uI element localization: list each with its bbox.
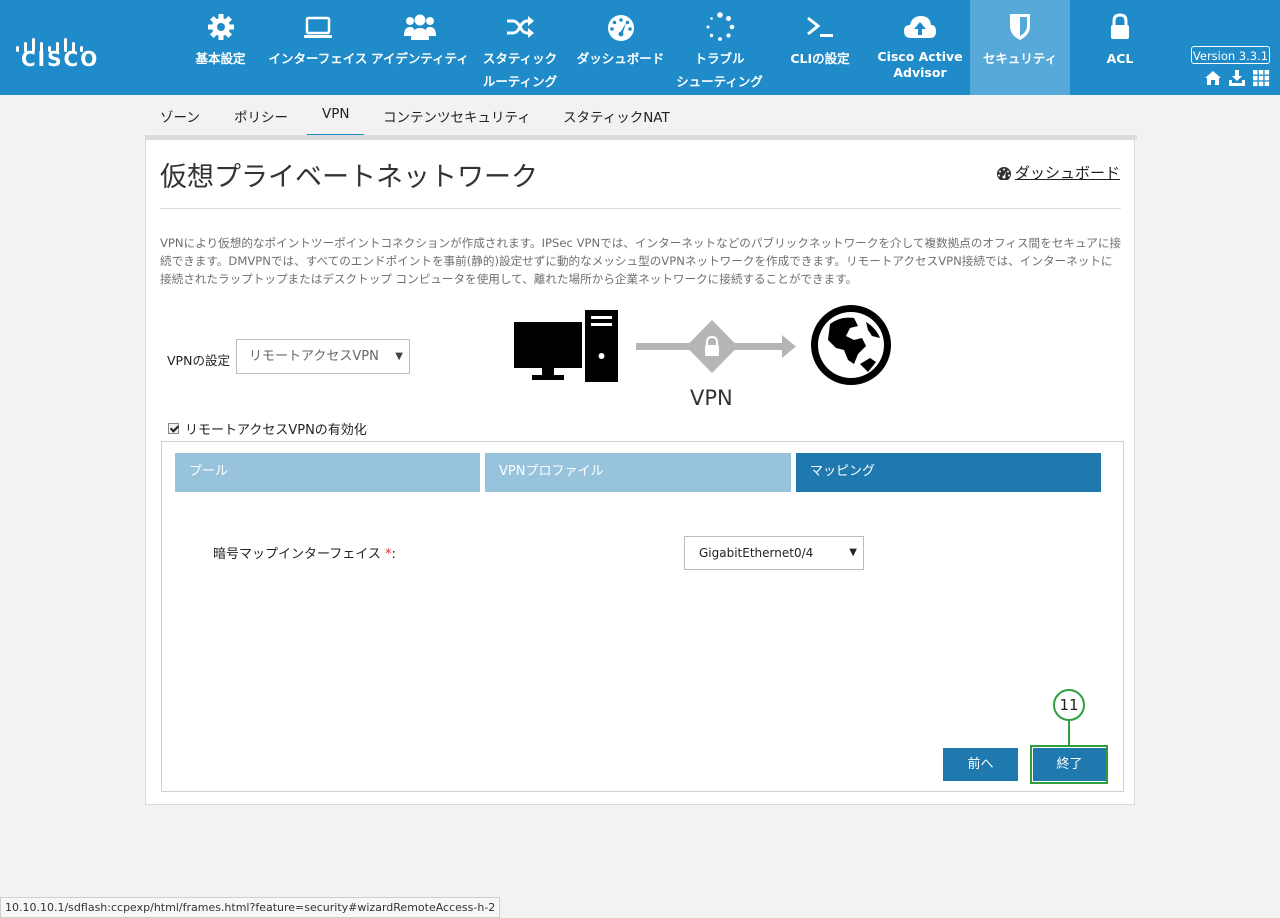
shuffle-icon [507, 16, 534, 38]
users-icon [404, 14, 436, 40]
spinner-icon [706, 12, 734, 41]
nav-label: ACL [1106, 51, 1134, 66]
monitor-icon [304, 16, 332, 38]
nav-label: スタティック ルーティング [482, 51, 558, 89]
nav-label: CLIの設定 [790, 51, 850, 66]
crypto-map-interface-label: 暗号マップインターフェイス *: [213, 543, 396, 562]
dashboard-link-label[interactable]: ダッシュボード [1015, 162, 1120, 183]
chevron-down-icon: ▼ [849, 547, 857, 558]
vpn-diagram-caption: VPN [690, 386, 733, 410]
wizard-tab-pool[interactable]: プール [175, 453, 480, 492]
nav-dashboard[interactable]: ダッシュボード [573, 0, 668, 95]
nav-cli-settings[interactable]: CLIの設定 [775, 0, 865, 95]
enable-remote-access-row[interactable]: リモートアクセスVPNの有効化 [168, 419, 367, 438]
crypto-map-interface-value: GigabitEthernet0/4 [699, 546, 814, 560]
nav-identity[interactable]: アイデンティティ [370, 0, 470, 95]
wizard-panel [161, 441, 1124, 792]
previous-button[interactable]: 前へ [943, 748, 1018, 781]
crypto-map-interface-select[interactable]: GigabitEthernet0/4 ▼ [684, 536, 864, 570]
home-icon[interactable] [1204, 69, 1222, 87]
chevron-down-icon: ▼ [395, 351, 403, 362]
finish-highlight-box [1030, 745, 1108, 784]
nav-label: 基本設定 [195, 51, 246, 66]
nav-label: アイデンティティ [371, 51, 469, 66]
nav-label: ダッシュボード [576, 51, 665, 66]
wizard-tab-vpn-profile[interactable]: VPNプロファイル [485, 453, 791, 492]
download-icon[interactable] [1228, 69, 1246, 87]
gear-icon [207, 14, 234, 40]
step-callout-line [1068, 721, 1070, 746]
lock-icon [1111, 13, 1129, 39]
tab-zone[interactable]: ゾーン [160, 106, 200, 138]
step-number-callout: 11 [1053, 689, 1085, 721]
vpn-setting-label: VPNの設定 [167, 353, 230, 368]
vpn-tunnel-arrow [636, 320, 796, 373]
cloud-upload-icon [904, 16, 936, 38]
desktop-computer-icon [514, 310, 618, 382]
nav-cisco-active-advisor[interactable]: Cisco Active Advisor [872, 0, 968, 95]
enable-remote-access-checkbox[interactable] [168, 423, 179, 434]
nav-label: インターフェイス [268, 51, 368, 66]
dashboard-link[interactable]: ダッシュボード [996, 162, 1120, 183]
title-divider [160, 208, 1121, 209]
shield-icon [1010, 14, 1030, 40]
nav-basic-settings[interactable]: 基本設定 [183, 0, 258, 95]
grid-icon[interactable] [1252, 69, 1270, 87]
version-badge: Version 3.3.1 [1191, 46, 1270, 64]
terminal-icon [807, 16, 833, 37]
label-colon: : [391, 547, 396, 562]
nav-static-routing[interactable]: スタティック ルーティング [475, 0, 565, 95]
wizard-tab-mapping[interactable]: マッピング [796, 453, 1101, 492]
vpn-description: VPNにより仮想的なポイントツーポイントコネクションが作成されます。IPSec … [160, 236, 1122, 286]
top-navbar: CISCO 基本設定 インターフェイス アイデンティティ スタティック ルーティ… [0, 0, 1280, 95]
tab-content-security[interactable]: コンテンツセキュリティ [383, 106, 531, 138]
nav-interfaces[interactable]: インターフェイス [268, 0, 368, 95]
nav-label: トラブル シューティング [676, 51, 763, 89]
tab-vpn[interactable]: VPN [307, 106, 365, 137]
vpn-type-value: リモートアクセスVPN [249, 349, 379, 364]
nav-label: Cisco Active Advisor [877, 49, 963, 80]
vpn-type-select[interactable]: リモートアクセスVPN ▼ [236, 339, 410, 374]
tab-policy[interactable]: ポリシー [234, 106, 288, 138]
nav-acl[interactable]: ACL [1072, 0, 1168, 95]
nav-label: セキュリティ [982, 51, 1058, 66]
dashboard-icon [607, 15, 634, 41]
enable-remote-access-label: リモートアクセスVPNの有効化 [185, 423, 367, 438]
nav-troubleshooting[interactable]: トラブル シューティング [672, 0, 767, 95]
dashboard-icon [997, 166, 1011, 180]
page-title: 仮想プライベートネットワーク [160, 162, 538, 193]
cisco-logo-text: CISCO [21, 47, 100, 71]
nav-security[interactable]: セキュリティ [970, 0, 1070, 95]
status-bar-url: 10.10.10.1/sdflash:ccpexp/html/frames.ht… [0, 897, 501, 918]
tab-static-nat[interactable]: スタティックNAT [563, 106, 670, 138]
crypto-map-interface-label-text: 暗号マップインターフェイス [213, 547, 381, 562]
globe-icon [811, 305, 891, 385]
